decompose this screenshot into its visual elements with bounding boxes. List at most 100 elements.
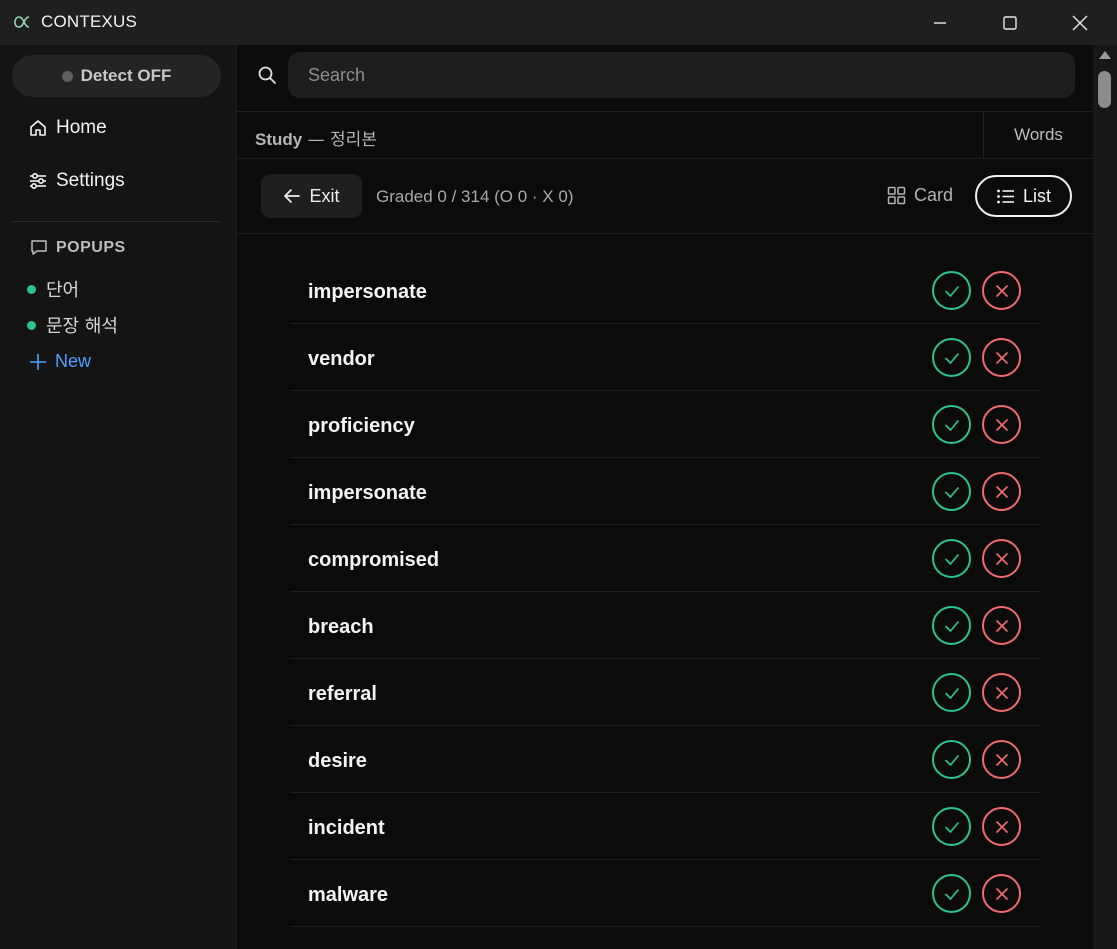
check-icon <box>944 285 959 297</box>
breadcrumb: Study — 정리본 <box>255 125 377 150</box>
app-logo-icon <box>14 16 30 28</box>
x-icon <box>995 485 1008 498</box>
check-icon <box>944 754 959 766</box>
exit-button[interactable]: Exit <box>261 174 362 218</box>
mark-wrong-button[interactable] <box>982 405 1021 444</box>
mark-wrong-button[interactable] <box>982 874 1021 913</box>
close-icon <box>1072 15 1088 30</box>
search-icon <box>258 66 276 84</box>
card-view-button[interactable]: Card <box>887 185 953 206</box>
x-icon <box>995 686 1008 699</box>
popup-item-word[interactable]: 단어 <box>27 276 79 302</box>
plus-icon <box>30 353 46 370</box>
mark-correct-button[interactable] <box>932 338 971 377</box>
popup-status-dot <box>27 320 36 330</box>
popups-section-title: POPUPS <box>30 239 126 257</box>
check-icon <box>944 620 959 632</box>
mark-correct-button[interactable] <box>932 673 971 712</box>
list-item: incident <box>290 793 1040 860</box>
grid-icon <box>887 186 906 205</box>
popups-title: POPUPS <box>56 239 126 256</box>
breadcrumb-deck-name: 정리본 <box>330 130 377 150</box>
check-icon <box>944 419 959 431</box>
mark-wrong-button[interactable] <box>982 338 1021 377</box>
new-popup-button[interactable]: New <box>29 351 91 372</box>
x-icon <box>995 753 1008 766</box>
close-button[interactable] <box>1045 0 1115 45</box>
mark-correct-button[interactable] <box>932 807 971 846</box>
list-icon <box>997 189 1014 203</box>
word-text: impersonate <box>308 482 427 504</box>
new-label: New <box>55 351 92 371</box>
mark-wrong-button[interactable] <box>982 606 1021 645</box>
x-icon <box>995 820 1008 833</box>
scroll-thumb[interactable] <box>1098 71 1111 108</box>
mark-correct-button[interactable] <box>932 740 971 779</box>
list-item: vendor <box>290 324 1040 391</box>
word-text: desire <box>308 750 367 772</box>
word-text: impersonate <box>308 281 427 303</box>
mark-wrong-button[interactable] <box>982 539 1021 578</box>
mark-wrong-button[interactable] <box>982 472 1021 511</box>
mark-correct-button[interactable] <box>932 606 971 645</box>
breadcrumb-separator: — <box>302 130 331 150</box>
check-icon <box>944 821 959 833</box>
header-divider <box>237 158 1093 159</box>
check-icon <box>944 888 959 900</box>
list-item: referral <box>290 659 1040 726</box>
mark-wrong-button[interactable] <box>982 807 1021 846</box>
app-title: CONTEXUS <box>41 12 138 31</box>
x-icon <box>995 284 1008 297</box>
list-item: compromised <box>290 525 1040 592</box>
sidebar-divider <box>12 221 220 222</box>
list-view-button[interactable]: List <box>975 175 1072 217</box>
maximize-button[interactable] <box>975 0 1045 45</box>
list-item: malware <box>290 860 1040 927</box>
x-icon <box>995 887 1008 900</box>
detect-toggle[interactable]: Detect OFF <box>12 55 221 97</box>
popup-item-label: 문장 해석 <box>46 316 118 337</box>
breadcrumb-study: Study <box>255 130 303 149</box>
word-text: proficiency <box>308 415 415 437</box>
sliders-icon <box>30 172 46 190</box>
nav-settings-label: Settings <box>56 170 125 191</box>
mark-correct-button[interactable] <box>932 271 971 310</box>
word-text: vendor <box>308 348 375 370</box>
word-text: referral <box>308 683 377 705</box>
check-icon <box>944 352 959 364</box>
mark-correct-button[interactable] <box>932 472 971 511</box>
title-bar: CONTEXUS <box>0 0 1117 45</box>
list-item: desire <box>290 726 1040 793</box>
popup-item-sentence[interactable]: 문장 해석 <box>27 312 118 338</box>
graded-status: Graded 0 / 314 (O 0 · X 0) <box>376 187 574 206</box>
minimize-button[interactable] <box>905 0 975 45</box>
mark-wrong-button[interactable] <box>982 673 1021 712</box>
minimize-icon <box>934 21 946 24</box>
scroll-up-arrow[interactable] <box>1099 51 1111 59</box>
toolbar-divider <box>237 233 1093 234</box>
mark-correct-button[interactable] <box>932 874 971 913</box>
nav-home-label: Home <box>56 117 107 138</box>
scrollbar[interactable] <box>1093 45 1117 949</box>
x-icon <box>995 552 1008 565</box>
sidebar: Detect OFF Home Settings POPUPS 단어 문장 해석 <box>0 45 237 949</box>
mark-wrong-button[interactable] <box>982 740 1021 779</box>
arrow-left-icon <box>284 189 301 203</box>
main-panel: Study — 정리본 Words Exit Graded 0 / 314 (O… <box>237 45 1093 949</box>
mark-wrong-button[interactable] <box>982 271 1021 310</box>
tab-words[interactable]: Words <box>983 112 1093 158</box>
mark-correct-button[interactable] <box>932 405 971 444</box>
mark-correct-button[interactable] <box>932 539 971 578</box>
list-item: proficiency <box>290 391 1040 458</box>
list-item: breach <box>290 592 1040 659</box>
popup-item-label: 단어 <box>46 280 80 301</box>
list-label: List <box>1022 185 1051 206</box>
x-icon <box>995 619 1008 632</box>
list-item: impersonate <box>290 257 1040 324</box>
nav-settings[interactable]: Settings <box>28 170 125 192</box>
tab-words-label: Words <box>1014 125 1063 144</box>
search-input[interactable] <box>288 52 1075 98</box>
nav-home[interactable]: Home <box>28 117 107 139</box>
popup-status-dot <box>27 284 36 294</box>
check-icon <box>944 687 959 699</box>
